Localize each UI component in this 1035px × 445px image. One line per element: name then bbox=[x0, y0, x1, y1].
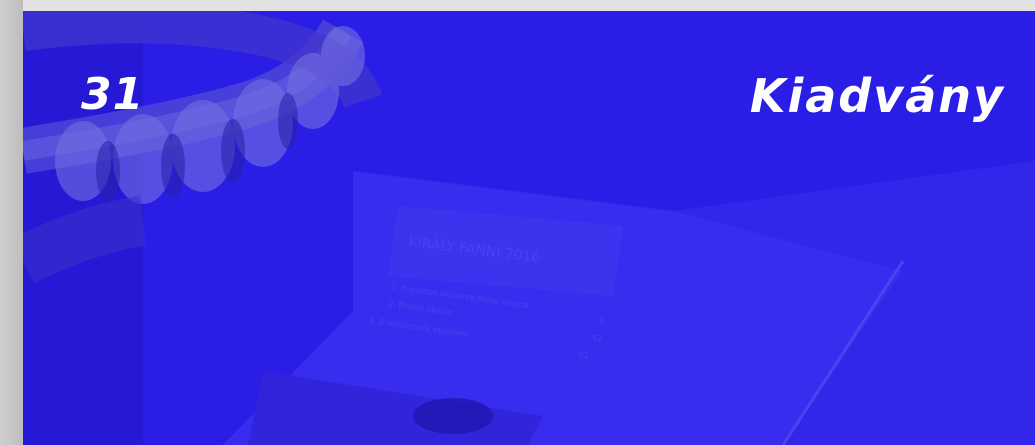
book-photo-shape bbox=[413, 398, 493, 434]
toc-page-3: 51 bbox=[578, 350, 589, 360]
slide-page: KIRÁLY FANNI 2016 1. Pogumos ékszerek/Ne… bbox=[23, 11, 1035, 445]
page-number: 31 bbox=[81, 69, 145, 120]
toc-page-2: 43 bbox=[591, 333, 602, 343]
page-left-shadow bbox=[0, 0, 23, 445]
page-title: Kiadvány bbox=[749, 69, 1005, 123]
page-top-shadow bbox=[0, 0, 1035, 11]
